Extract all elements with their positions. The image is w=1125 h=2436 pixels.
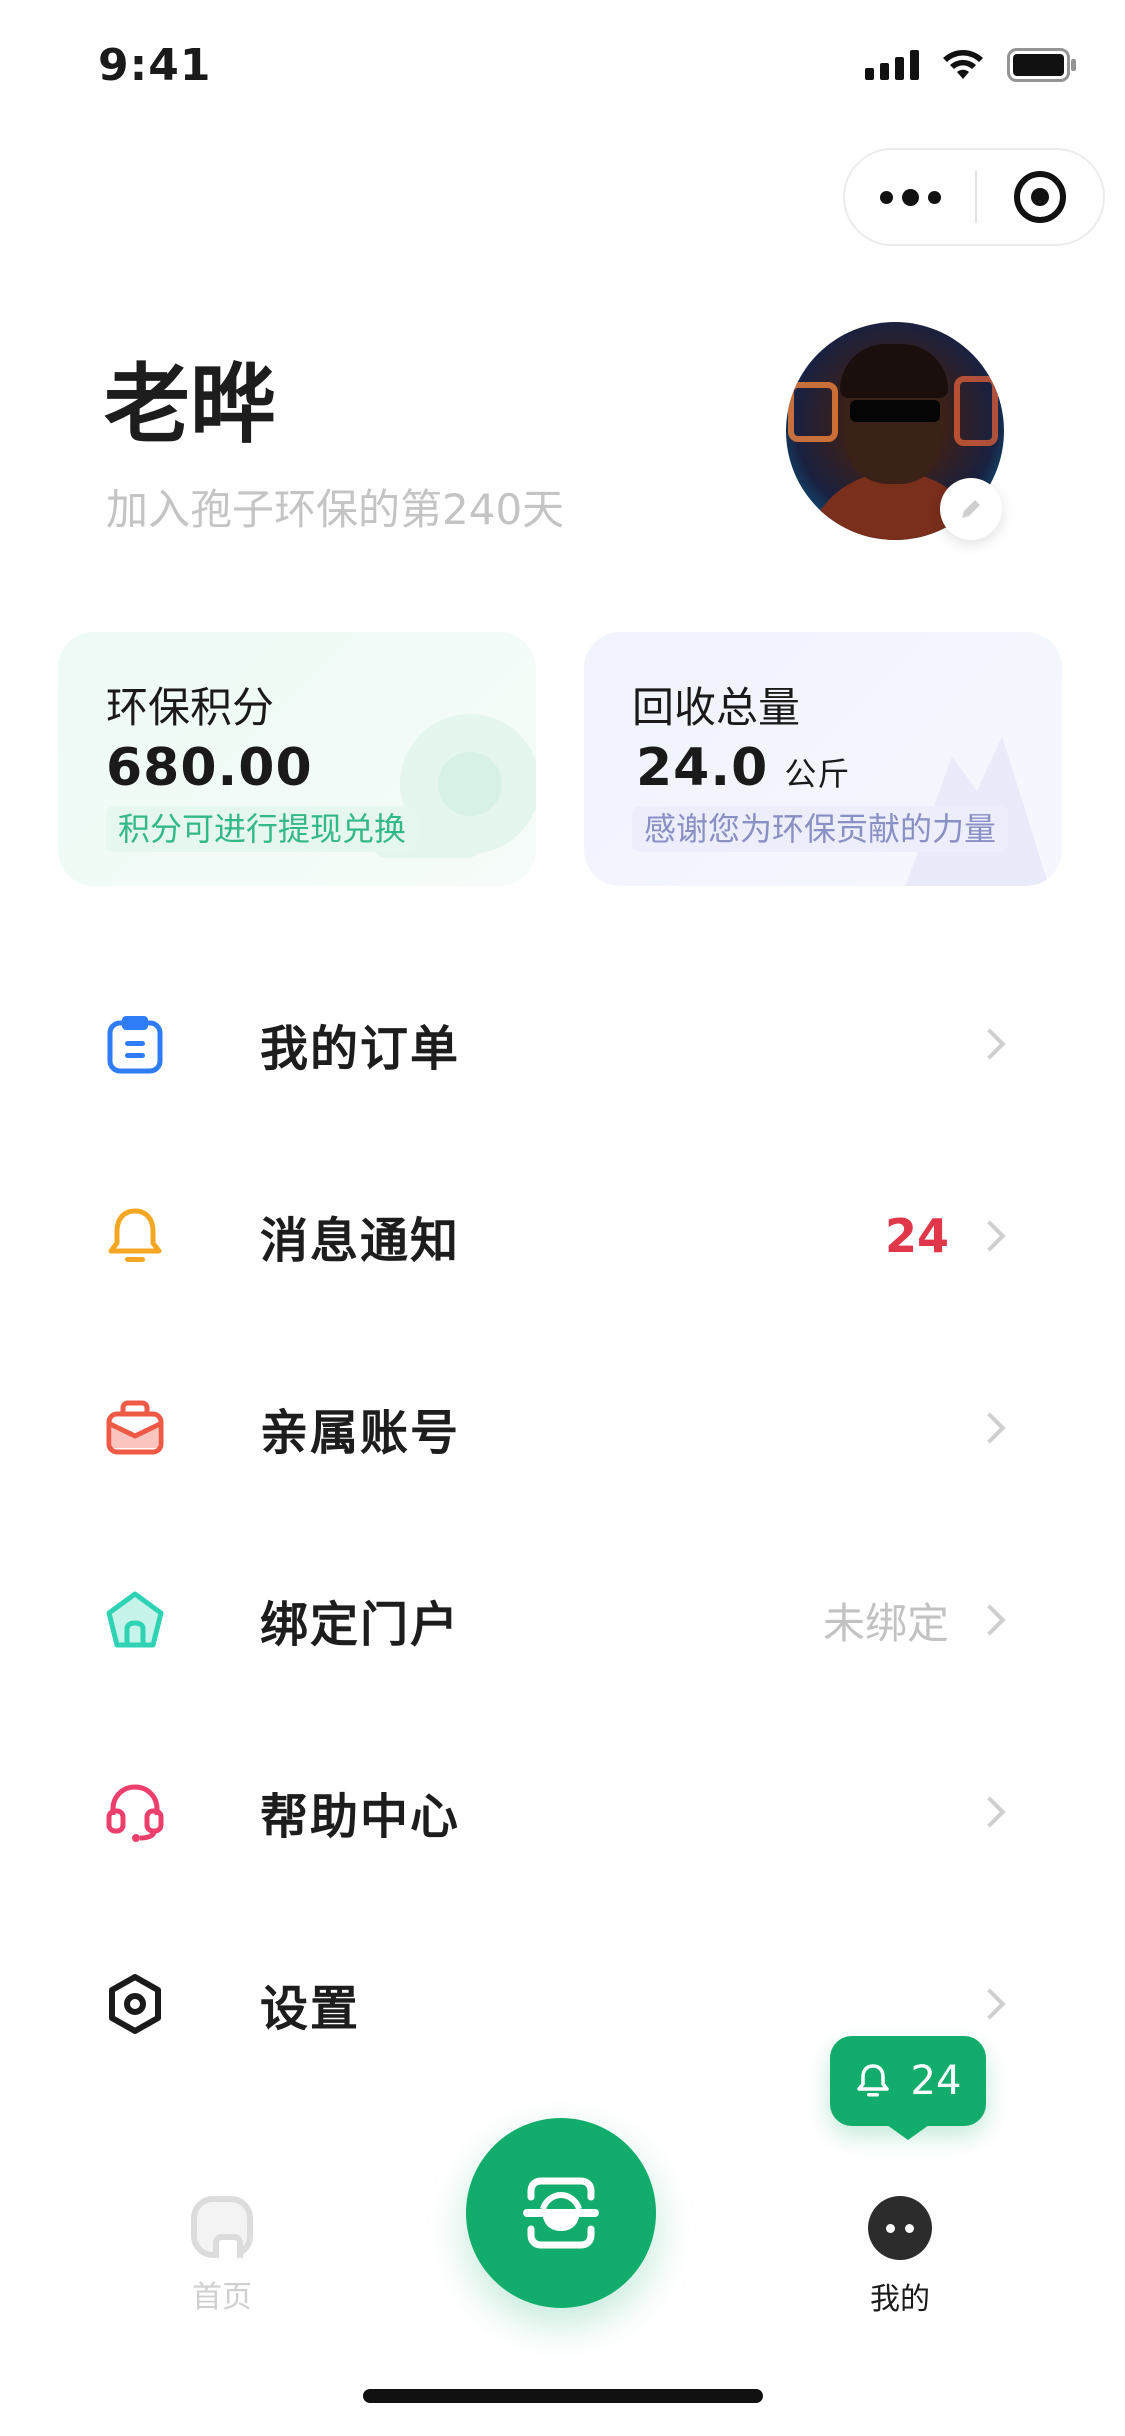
- miniprogram-capsule: [843, 148, 1105, 246]
- tab-mine-label: 我的: [870, 2282, 930, 2317]
- chevron-right-icon: [974, 1028, 1006, 1060]
- status-bar: 9:41: [0, 0, 1125, 132]
- pencil-icon: [962, 500, 980, 518]
- briefcase-icon: [104, 1397, 166, 1459]
- menu-label: 消息通知: [260, 1213, 461, 1269]
- chevron-right-icon: [974, 1220, 1006, 1252]
- tab-home[interactable]: 首页: [162, 2196, 282, 2316]
- points-card[interactable]: 环保积分 680.00 积分可进行提现兑换: [58, 632, 536, 886]
- chevron-right-icon: [974, 1604, 1006, 1636]
- membership-days: 加入孢子环保的第240天: [106, 485, 565, 534]
- points-tag: 积分可进行提现兑换: [106, 806, 419, 852]
- menu-item-orders[interactable]: 我的订单: [0, 948, 1125, 1140]
- cellular-signal-icon: [865, 50, 919, 80]
- floating-notification-count: 24: [910, 2058, 962, 2104]
- mountain-decoration: [905, 736, 1049, 886]
- weight-unit: 公斤: [784, 755, 851, 793]
- house-icon: [104, 1589, 166, 1651]
- menu-label: 帮助中心: [260, 1789, 461, 1845]
- home-indicator: [363, 2389, 763, 2403]
- close-miniprogram-button[interactable]: [977, 150, 1103, 244]
- menu-label: 我的订单: [260, 1021, 461, 1077]
- status-icons: [865, 48, 1077, 82]
- menu-item-notifications[interactable]: 消息通知 24: [0, 1140, 1125, 1332]
- bind-status: 未绑定: [822, 1598, 949, 1648]
- target-icon: [1014, 171, 1066, 223]
- battery-icon: [1007, 48, 1077, 82]
- tab-home-label: 首页: [192, 2280, 252, 2315]
- wifi-icon: [941, 49, 985, 81]
- tab-mine[interactable]: 我的: [840, 2196, 960, 2318]
- menu-item-family-accounts[interactable]: 亲属账号: [0, 1332, 1125, 1524]
- menu-label: 亲属账号: [260, 1405, 461, 1461]
- menu-item-bind-portal[interactable]: 绑定门户 未绑定: [0, 1524, 1125, 1716]
- floating-notification-button[interactable]: 24: [830, 2036, 986, 2126]
- weight-value-row: 24.0 公斤: [636, 738, 850, 798]
- edit-avatar-button[interactable]: [940, 478, 1002, 540]
- menu-label: 设置: [260, 1981, 361, 2037]
- hexagon-gear-icon: [104, 1973, 166, 2035]
- weight-value: 24.0: [636, 738, 769, 798]
- weight-tag: 感谢您为环保贡献的力量: [632, 806, 1009, 852]
- menu-label: 绑定门户: [260, 1597, 461, 1653]
- bell-icon: [104, 1205, 166, 1267]
- clipboard-icon: [104, 1013, 166, 1075]
- weight-title: 回收总量: [632, 683, 801, 732]
- home-icon: [191, 2196, 253, 2258]
- points-value: 680.00: [106, 738, 313, 798]
- scan-icon: [523, 2177, 599, 2249]
- points-title: 环保积分: [106, 683, 275, 732]
- more-options-button[interactable]: [845, 150, 975, 244]
- headset-icon: [104, 1781, 166, 1843]
- status-time: 9:41: [98, 40, 212, 91]
- chevron-right-icon: [974, 1988, 1006, 2020]
- profile-face-icon: [868, 2196, 932, 2260]
- bell-icon: [856, 2064, 889, 2097]
- recycle-weight-card[interactable]: 回收总量 24.0 公斤 感谢您为环保贡献的力量: [584, 632, 1062, 886]
- user-name: 老晔: [104, 355, 276, 455]
- chevron-right-icon: [974, 1796, 1006, 1828]
- chevron-right-icon: [974, 1412, 1006, 1444]
- menu-item-help-center[interactable]: 帮助中心: [0, 1716, 1125, 1908]
- unread-count-badge: 24: [884, 1209, 949, 1263]
- scan-button[interactable]: [466, 2118, 656, 2308]
